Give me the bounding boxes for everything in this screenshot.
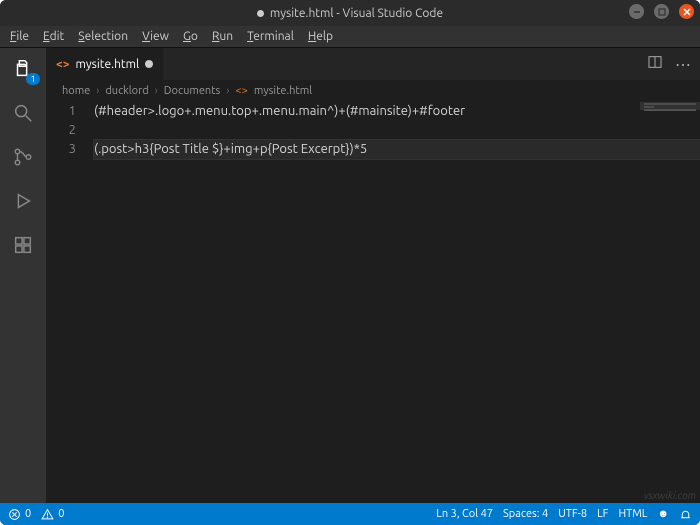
code-area[interactable]: (#header>.logo+.menu.top+.menu.main^)+(#…: [94, 102, 700, 503]
code-line[interactable]: (.post>h3{Post Title $}+img+p{Post Excer…: [94, 140, 700, 159]
chevron-right-icon: ›: [96, 85, 99, 97]
chevron-right-icon: ›: [155, 85, 158, 97]
explorer-badge: 1: [26, 73, 39, 85]
status-encoding[interactable]: UTF-8: [558, 508, 587, 520]
explorer-icon[interactable]: 1: [10, 56, 36, 82]
activitybar: 1: [0, 48, 46, 503]
menu-view[interactable]: View: [136, 28, 175, 45]
breadcrumb-segment[interactable]: home: [62, 85, 90, 97]
statusbar: 0 0 Ln 3, Col 47 Spaces: 4 UTF-8 LF HTML…: [0, 503, 700, 525]
editor[interactable]: 1 2 3 (#header>.logo+.menu.top+.menu.mai…: [46, 102, 700, 503]
status-errors[interactable]: 0: [8, 508, 31, 521]
breadcrumb-segment[interactable]: mysite.html: [254, 85, 312, 97]
window-controls: [629, 4, 694, 19]
tabbar: <> mysite.html ⋯: [46, 48, 700, 80]
window-title: mysite.html - Visual Studio Code: [270, 7, 443, 20]
menubar: File Edit Selection View Go Run Terminal…: [0, 26, 700, 48]
breadcrumb-segment[interactable]: Documents: [164, 85, 221, 97]
menu-help[interactable]: Help: [302, 28, 339, 45]
split-editor-icon[interactable]: [647, 54, 663, 74]
run-debug-icon[interactable]: [10, 188, 36, 214]
status-language[interactable]: HTML: [618, 508, 647, 520]
code-line[interactable]: (#header>.logo+.menu.top+.menu.main^)+(#…: [94, 102, 700, 121]
minimize-button[interactable]: [629, 4, 644, 19]
minimap[interactable]: [640, 102, 700, 503]
status-lncol[interactable]: Ln 3, Col 47: [436, 508, 493, 520]
chevron-right-icon: ›: [226, 85, 229, 97]
modified-dot-icon: [257, 10, 264, 17]
line-number: 1: [46, 102, 76, 121]
status-feedback-icon[interactable]: ☻: [657, 508, 669, 520]
html-file-icon: <>: [56, 58, 70, 71]
status-spaces[interactable]: Spaces: 4: [503, 508, 548, 520]
main-column: <> mysite.html ⋯ home › ducklord › Docum…: [46, 48, 700, 503]
body-area: 1 <> mysite.html: [0, 48, 700, 503]
html-file-icon: <>: [235, 85, 247, 97]
status-warnings-count: 0: [58, 508, 64, 520]
watermark: vsxwiki.com: [644, 490, 696, 501]
status-notifications-icon[interactable]: [679, 508, 692, 521]
menu-terminal[interactable]: Terminal: [241, 28, 300, 45]
tab-mysite-html[interactable]: <> mysite.html: [46, 48, 164, 80]
line-number: 3: [46, 140, 76, 159]
source-control-icon[interactable]: [10, 144, 36, 170]
titlebar: mysite.html - Visual Studio Code: [0, 0, 700, 26]
status-errors-count: 0: [25, 508, 31, 520]
code-line[interactable]: [94, 121, 700, 140]
minimap-viewport[interactable]: [640, 102, 700, 110]
tab-label: mysite.html: [76, 58, 140, 71]
line-number: 2: [46, 121, 76, 140]
tab-actions: ⋯: [639, 48, 700, 80]
more-actions-icon[interactable]: ⋯: [675, 55, 692, 74]
menu-edit[interactable]: Edit: [37, 28, 70, 45]
breadcrumb: home › ducklord › Documents › <> mysite.…: [46, 80, 700, 102]
extensions-icon[interactable]: [10, 232, 36, 258]
breadcrumb-segment[interactable]: ducklord: [105, 85, 148, 97]
menu-run[interactable]: Run: [206, 28, 239, 45]
menu-go[interactable]: Go: [177, 28, 204, 45]
search-icon[interactable]: [10, 100, 36, 126]
line-number-gutter: 1 2 3: [46, 102, 94, 503]
maximize-button[interactable]: [654, 4, 669, 19]
close-button[interactable]: [679, 4, 694, 19]
tab-dirty-icon: [145, 60, 153, 68]
menu-file[interactable]: File: [4, 28, 35, 45]
menu-selection[interactable]: Selection: [72, 28, 134, 45]
status-eol[interactable]: LF: [597, 508, 608, 520]
vscode-window: mysite.html - Visual Studio Code File Ed…: [0, 0, 700, 525]
status-warnings[interactable]: 0: [41, 508, 64, 521]
